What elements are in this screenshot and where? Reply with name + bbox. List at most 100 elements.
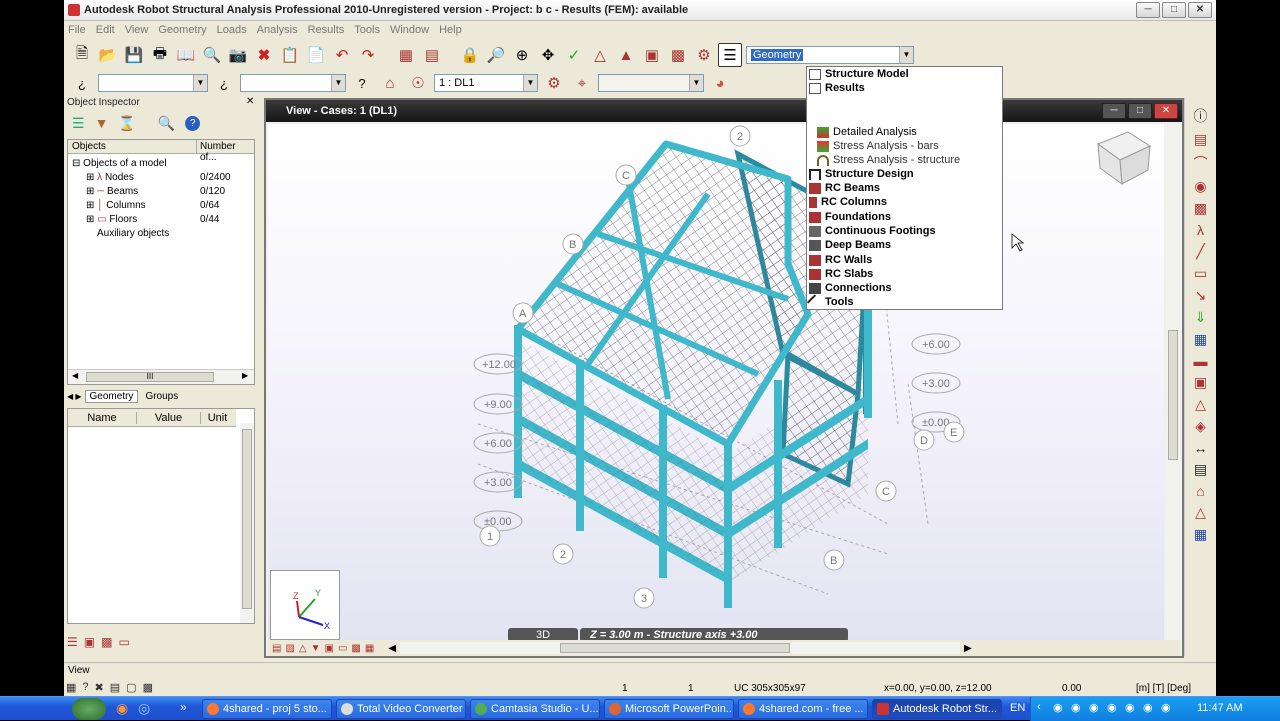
dropdown-item-stress-structure[interactable]: Stress Analysis - structure <box>817 154 960 166</box>
view-close-button[interactable]: ✕ <box>1154 103 1178 119</box>
sections-icon[interactable]: ▣ <box>640 43 664 67</box>
scroll-right-icon[interactable]: ▶ <box>964 643 972 654</box>
arc-icon[interactable]: ⌒ <box>1194 153 1208 173</box>
pan-icon[interactable]: ✥ <box>536 43 560 67</box>
node-combo[interactable]: ▼ <box>98 74 208 92</box>
print-preview-icon[interactable]: 📖 <box>174 43 198 67</box>
frame-status-icon[interactable]: ▢ <box>126 681 136 694</box>
props-name-header[interactable]: Name <box>68 412 136 424</box>
table-icon[interactable]: ▤ <box>420 43 444 67</box>
section-tool-icon[interactable]: ▬ <box>1194 353 1208 369</box>
tree-item-floors[interactable]: ⊞ ▭ Floors <box>86 214 137 225</box>
col-number-header[interactable]: Number of... <box>200 141 254 163</box>
cladding-icon[interactable]: ◈ <box>1195 418 1206 435</box>
layers-status-icon[interactable]: ▩ <box>143 681 153 694</box>
bar-combo[interactable]: ▼ <box>240 74 346 92</box>
col-objects-header[interactable]: Objects <box>72 141 106 152</box>
info-icon[interactable]: ⓘ <box>1194 106 1208 126</box>
node-icon[interactable]: ◉ <box>1194 178 1206 195</box>
props-vscrollbar[interactable] <box>240 423 254 623</box>
taskbar-button[interactable]: Autodesk Robot Str... <box>872 699 1002 719</box>
layer-icon[interactable]: ▭ <box>118 635 129 649</box>
calculator-icon[interactable]: ▦ <box>394 43 418 67</box>
dropdown-item-rc-columns[interactable]: RC Columns <box>809 196 887 208</box>
menu-analysis[interactable]: Analysis <box>257 24 298 36</box>
dropdown-item-structure-model[interactable]: Structure Model <box>809 68 909 80</box>
menu-help[interactable]: Help <box>439 24 462 36</box>
new-file-icon[interactable]: 🗎 <box>70 43 94 67</box>
taskbar-button[interactable]: Total Video Converter <box>336 699 466 719</box>
menu-edit[interactable]: Edit <box>96 24 115 36</box>
tray-icon[interactable]: ◉ <box>1125 701 1135 714</box>
tray-icon[interactable]: ◉ <box>1089 701 1099 714</box>
lock-icon[interactable]: 🔒 <box>458 43 482 67</box>
bar-number-icon[interactable]: ¿ <box>212 71 236 95</box>
dropdown-item-results[interactable]: Results <box>809 82 865 94</box>
clock[interactable]: 11:47 AM <box>1197 702 1243 714</box>
load-icon[interactable]: ⚙ <box>542 71 566 95</box>
save-icon[interactable]: 💾 <box>122 43 146 67</box>
dropdown-item-rc-slabs[interactable]: RC Slabs <box>809 268 873 280</box>
units-readout[interactable]: [m] [T] [Deg] <box>1136 683 1191 694</box>
case-combo[interactable]: 1 : DL1 ▼ <box>434 74 538 92</box>
print-icon[interactable]: 🖶 <box>148 43 172 67</box>
supports-icon[interactable]: ▩ <box>666 43 690 67</box>
offset-icon[interactable]: ◕ <box>708 71 732 95</box>
browser-icon[interactable]: ◎ <box>138 700 150 717</box>
tree-scroll-thumb[interactable]: III <box>86 372 214 382</box>
dropdown-item-detailed-analysis[interactable]: Detailed Analysis <box>817 126 917 138</box>
tree-item-auxiliary[interactable]: Auxiliary objects <box>97 228 169 239</box>
menu-results[interactable]: Results <box>308 24 345 36</box>
delete-icon[interactable]: ✖ <box>252 43 276 67</box>
help-icon[interactable]: ? <box>185 115 201 131</box>
node-number-icon[interactable]: ¿ <box>70 71 94 95</box>
open-folder-icon[interactable]: 📂 <box>96 43 120 67</box>
tree-item-beams[interactable]: ⊞ ─ Beams <box>86 186 138 197</box>
tree-item-nodes[interactable]: ⊞ λ Nodes <box>86 172 134 183</box>
menu-loads[interactable]: Loads <box>217 24 247 36</box>
tray-icon[interactable]: ◉ <box>1143 701 1153 714</box>
language-indicator[interactable]: EN <box>1010 702 1025 714</box>
props-unit-header[interactable]: Unit <box>200 411 234 424</box>
bars-display-icon[interactable]: ▨ <box>285 643 294 654</box>
menu-window[interactable]: Window <box>390 24 429 36</box>
table-tool-icon[interactable]: ▦ <box>1194 526 1207 543</box>
undo-icon[interactable]: ↶ <box>330 43 354 67</box>
beam-tool-icon[interactable]: ▩ <box>1194 200 1207 217</box>
model-3d-canvas[interactable]: +12.00 +9.00 +6.00 +3.00 ±0.00 +6.00 +3.… <box>268 124 1164 642</box>
tree-icon[interactable]: ☰ <box>72 115 85 132</box>
nodes-display-icon[interactable]: ▤ <box>272 643 281 654</box>
layout-combo[interactable]: Geometry ▼ <box>746 46 914 64</box>
zoom-icon[interactable]: 🔎 <box>484 43 508 67</box>
paste-icon[interactable]: 📄 <box>304 43 328 67</box>
truss-icon[interactable]: ▲ <box>614 43 638 67</box>
material-icon[interactable]: ▩ <box>101 635 112 649</box>
menu-file[interactable]: File <box>68 24 86 36</box>
chevron-right-icon[interactable]: » <box>180 700 187 714</box>
cross-icon[interactable]: ✖ <box>95 681 104 694</box>
support-icon[interactable]: λ <box>1197 222 1204 238</box>
offset-tool-icon[interactable]: ▣ <box>1194 374 1207 391</box>
props-value-header[interactable]: Value <box>136 411 200 424</box>
mode-icon[interactable]: ⌖ <box>570 71 594 95</box>
taskbar-button[interactable]: Microsoft PowerPoin... <box>604 699 734 719</box>
search-icon[interactable]: 🔍 <box>158 115 175 132</box>
grid-icon[interactable]: ▤ <box>1194 131 1207 148</box>
thickness-icon[interactable]: △ <box>1195 396 1206 413</box>
screen-capture-icon[interactable]: 📷 <box>226 43 250 67</box>
taskbar-button[interactable]: 4shared - proj 5 sto... <box>202 699 332 719</box>
tab-geometry[interactable]: Geometry <box>84 389 139 403</box>
taskbar-button[interactable]: 4shared.com - free ... <box>738 699 868 719</box>
copy-icon[interactable]: 📋 <box>278 43 302 67</box>
scroll-left-icon[interactable]: ◀ <box>388 643 396 654</box>
structure-icon[interactable]: △ <box>588 43 612 67</box>
close-icon[interactable]: ✕ <box>246 96 254 107</box>
quicklaunch-icon[interactable]: ◉ <box>116 700 128 717</box>
menu-tools[interactable]: Tools <box>354 24 380 36</box>
tray-chevron-icon[interactable]: ‹ <box>1037 701 1041 713</box>
mode-combo[interactable]: ▼ <box>598 74 704 92</box>
bar-icon[interactable]: ╱ <box>1196 243 1204 260</box>
grid-status-icon[interactable]: ▤ <box>110 681 120 694</box>
maximize-button[interactable]: □ <box>1162 2 1186 18</box>
snap-settings-icon[interactable]: ▦ <box>66 681 76 694</box>
